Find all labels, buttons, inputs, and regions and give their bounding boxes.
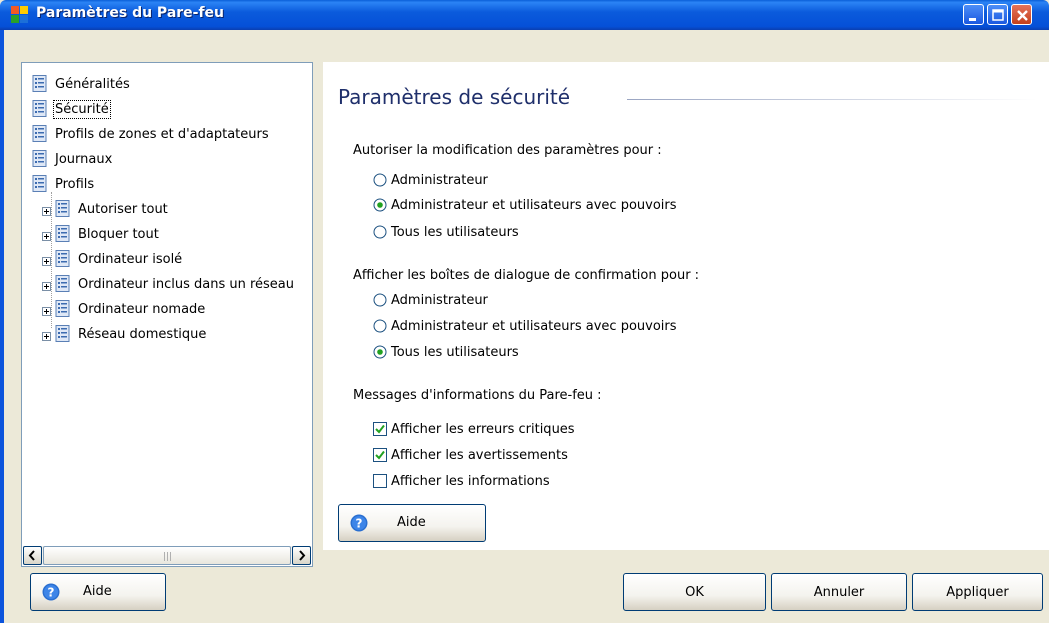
tree-item-label: Profils — [55, 176, 95, 192]
page-icon — [55, 275, 71, 293]
close-button[interactable] — [1011, 4, 1032, 25]
tree-item-label: Sécurité — [53, 99, 111, 119]
radio-option[interactable]: Administrateur — [373, 290, 488, 310]
checkbox-option[interactable]: Afficher les informations — [373, 471, 550, 491]
page-icon — [55, 300, 71, 318]
radio-checked-icon[interactable] — [373, 345, 387, 359]
group-label-confirmation-dialogs: Afficher les boîtes de dialogue de confi… — [353, 268, 700, 283]
radio-unchecked-icon[interactable] — [373, 319, 387, 333]
option-label: Afficher les informations — [391, 473, 550, 489]
radio-unchecked-icon[interactable] — [373, 173, 387, 187]
group-label-info-messages: Messages d'informations du Pare-feu : — [353, 388, 602, 403]
page-icon — [32, 125, 48, 143]
tree-item[interactable]: Généralités — [32, 73, 132, 95]
page-icon — [55, 200, 71, 218]
radio-option[interactable]: Tous les utilisateurs — [373, 222, 519, 242]
page-icon — [32, 150, 48, 168]
option-label: Afficher les erreurs critiques — [391, 421, 575, 437]
page-icon — [55, 325, 71, 343]
tree-item[interactable]: Autoriser tout — [42, 198, 170, 220]
checkbox-checked-icon[interactable] — [373, 422, 387, 436]
tree-item[interactable]: Ordinateur isolé — [42, 248, 184, 270]
help-icon: ? — [42, 583, 60, 601]
option-label: Administrateur — [391, 292, 488, 308]
checkbox-checked-icon[interactable] — [373, 448, 387, 462]
tree-item[interactable]: Profils de zones et d'adaptateurs — [32, 123, 271, 145]
ok-button[interactable]: OK — [623, 573, 766, 611]
option-label: Tous les utilisateurs — [391, 344, 519, 360]
radio-option[interactable]: Administrateur — [373, 170, 488, 190]
option-label: Tous les utilisateurs — [391, 224, 519, 240]
help-label: Aide — [83, 584, 112, 599]
tree-item[interactable]: Ordinateur inclus dans un réseau — [42, 273, 296, 295]
tree-item-label: Généralités — [55, 76, 130, 92]
title-divider — [627, 99, 1037, 100]
option-label: Administrateur — [391, 172, 488, 188]
help-icon: ? — [350, 514, 368, 532]
expand-plus-icon[interactable] — [42, 255, 51, 266]
scroll-right-button[interactable] — [292, 546, 311, 565]
app-logo-icon — [11, 6, 28, 23]
page-icon — [32, 175, 48, 193]
panel-help-label: Aide — [397, 515, 426, 530]
tree-item-label: Ordinateur isolé — [78, 251, 183, 267]
title-bar[interactable]: Paramètres du Pare-feu — [0, 0, 1049, 30]
scroll-grip — [164, 552, 172, 561]
minimize-icon — [969, 18, 976, 21]
expand-plus-icon[interactable] — [42, 305, 51, 316]
tree-item-label: Réseau domestique — [78, 326, 207, 342]
group-label-modify-permissions: Autoriser la modification des paramètres… — [353, 143, 662, 158]
page-icon — [55, 250, 71, 268]
expand-plus-icon[interactable] — [42, 230, 51, 241]
tree-item[interactable]: Réseau domestique — [42, 323, 208, 345]
close-icon — [1017, 10, 1028, 21]
radio-unchecked-icon[interactable] — [373, 225, 387, 239]
page-icon — [32, 100, 48, 118]
tree-item-label: Ordinateur nomade — [78, 301, 206, 317]
tree-item[interactable]: Profils — [32, 173, 96, 195]
option-label: Administrateur et utilisateurs avec pouv… — [391, 197, 677, 213]
page-title: Paramètres de sécurité — [338, 85, 571, 109]
tree-item[interactable]: Ordinateur nomade — [42, 298, 207, 320]
chevron-left-icon — [28, 550, 35, 561]
tree-item[interactable]: Bloquer tout — [42, 223, 161, 245]
tree-item-label: Profils de zones et d'adaptateurs — [55, 126, 269, 142]
navigation-tree[interactable]: Généralités Sécurité Profils de zones et d… — [21, 62, 313, 567]
radio-option[interactable]: Tous les utilisateurs — [373, 342, 519, 362]
expand-plus-icon[interactable] — [42, 205, 51, 216]
minimize-button[interactable] — [963, 4, 984, 25]
radio-checked-icon[interactable] — [373, 198, 387, 212]
option-label: Administrateur et utilisateurs avec pouv… — [391, 318, 677, 334]
radio-option[interactable]: Administrateur et utilisateurs avec pouv… — [373, 195, 677, 215]
help-button[interactable]: ? Aide — [30, 573, 166, 611]
panel-help-button[interactable]: ? Aide — [338, 504, 486, 542]
tree-item-label: Ordinateur inclus dans un réseau — [78, 276, 294, 292]
checkbox-option[interactable]: Afficher les avertissements — [373, 445, 568, 465]
checkbox-unchecked-icon[interactable] — [373, 474, 387, 488]
scroll-thumb[interactable] — [43, 546, 291, 565]
window-title: Paramètres du Pare-feu — [36, 5, 225, 21]
svg-text:?: ? — [48, 586, 55, 600]
radio-option[interactable]: Administrateur et utilisateurs avec pouv… — [373, 316, 677, 336]
tree-item-label: Autoriser tout — [78, 201, 168, 217]
tree-item-label: Bloquer tout — [78, 226, 159, 242]
tree-item[interactable]: Journaux — [32, 148, 114, 170]
page-icon — [55, 225, 71, 243]
tree-item[interactable]: Sécurité — [32, 98, 111, 120]
tree-item-label: Journaux — [55, 151, 113, 167]
apply-button[interactable]: Appliquer — [912, 573, 1043, 611]
cancel-button[interactable]: Annuler — [771, 573, 907, 611]
horizontal-scrollbar[interactable] — [23, 546, 311, 565]
page-icon — [32, 75, 48, 93]
scroll-left-button[interactable] — [23, 546, 42, 565]
maximize-icon — [992, 9, 1004, 21]
radio-unchecked-icon[interactable] — [373, 293, 387, 307]
checkbox-option[interactable]: Afficher les erreurs critiques — [373, 419, 575, 439]
expand-plus-icon[interactable] — [42, 280, 51, 291]
chevron-right-icon — [299, 550, 306, 561]
expand-plus-icon[interactable] — [42, 330, 51, 341]
svg-text:?: ? — [356, 517, 363, 531]
option-label: Afficher les avertissements — [391, 447, 568, 463]
maximize-button[interactable] — [987, 4, 1008, 25]
